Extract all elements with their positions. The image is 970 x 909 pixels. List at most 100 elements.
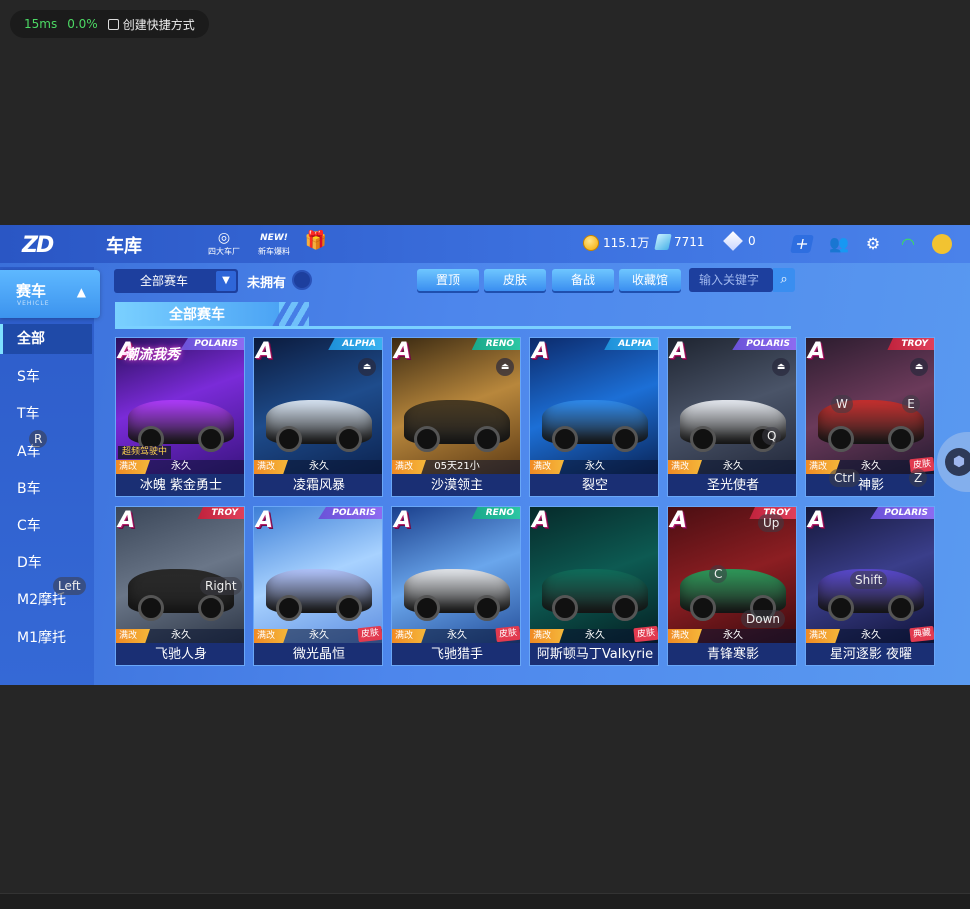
ownership-status: 永久 bbox=[861, 630, 881, 641]
top-bar: ZD 车库 ◎ 四大车厂 NEW! 新车爆料 🎁 115.1万 7711 0 +… bbox=[0, 225, 970, 263]
mod-badge: 满改 bbox=[530, 629, 564, 643]
car-image bbox=[404, 569, 510, 621]
search-icon[interactable]: ⌕ bbox=[773, 268, 795, 292]
pin-top-button[interactable]: 置顶 bbox=[417, 269, 479, 291]
car-image bbox=[266, 400, 372, 452]
new-badge-icon: NEW! bbox=[260, 233, 288, 243]
add-currency-icon[interactable]: + bbox=[790, 234, 814, 253]
brand-tag: POLARIS bbox=[318, 507, 382, 519]
car-card[interactable]: A ALPHA 满改 永久 裂空 bbox=[529, 337, 659, 497]
key-hint-ctrl: Ctrl bbox=[829, 469, 861, 487]
settings-gear-icon[interactable]: ⚙ bbox=[862, 233, 884, 255]
mod-badge: 满改 bbox=[668, 629, 702, 643]
gear-icon: ⬢ bbox=[945, 448, 970, 476]
bottom-bar bbox=[0, 893, 970, 909]
side-drawer-handle[interactable]: ⬢ bbox=[937, 432, 970, 492]
crystal-balance: 7711 bbox=[654, 234, 705, 250]
grade-badge: A bbox=[808, 508, 826, 533]
car-name: 青锋寒影 bbox=[668, 643, 796, 665]
section-title: 全部赛车 bbox=[115, 302, 285, 328]
ownership-status: 永久 bbox=[585, 630, 605, 641]
skin-badge: 皮肤 bbox=[495, 625, 520, 643]
section-stripes bbox=[279, 302, 309, 328]
car-card[interactable]: A 满改 永久 皮肤 阿斯顿马丁Valkyrie bbox=[529, 506, 659, 666]
car-card[interactable]: A RENO ⏏ 满改05天21小时沙漠领主 bbox=[391, 337, 521, 497]
mod-badge: 满改 bbox=[392, 460, 426, 474]
poster-text: 潮流我秀 bbox=[124, 347, 180, 363]
collection-button[interactable]: 收藏馆 bbox=[619, 269, 681, 291]
avatar[interactable] bbox=[932, 234, 952, 254]
mod-badge: 满改 bbox=[254, 460, 288, 474]
brand-tag: ALPHA bbox=[328, 338, 382, 350]
crystal-icon bbox=[654, 234, 672, 250]
coin-balance: 115.1万 bbox=[583, 234, 649, 251]
car-card[interactable]: A POLARIS 满改 永久 皮肤 微光晶恒 bbox=[253, 506, 383, 666]
create-shortcut-label: 创建快捷方式 bbox=[122, 17, 195, 32]
sidebar-item-d[interactable]: D车 bbox=[0, 548, 92, 578]
unowned-toggle[interactable] bbox=[292, 270, 312, 290]
key-hint-w: W bbox=[831, 395, 853, 413]
four-factories-label: 四大车厂 bbox=[208, 247, 240, 256]
car-name: 飞驰人身 bbox=[116, 643, 244, 665]
friends-icon[interactable]: 👥 bbox=[828, 233, 850, 255]
search-input[interactable]: 输入关键字 bbox=[689, 268, 773, 292]
sidebar-item-b[interactable]: B车 bbox=[0, 474, 92, 504]
key-hint-shift: Shift bbox=[850, 571, 888, 589]
create-shortcut-button[interactable]: 创建快捷方式 bbox=[107, 16, 195, 33]
car-artwork bbox=[254, 507, 382, 643]
car-name: 裂空 bbox=[530, 474, 658, 496]
four-factories-button[interactable]: ◎ 四大车厂 bbox=[204, 229, 244, 259]
sidebar-item-s[interactable]: S车 bbox=[0, 362, 92, 392]
car-filter-value: 全部赛车 bbox=[140, 274, 189, 288]
sidebar-item-m1[interactable]: M1摩托 bbox=[0, 623, 92, 653]
car-card[interactable]: A POLARIS 潮流我秀 超频驾驶中 满改 永久 冰魄 紫金勇士 bbox=[115, 337, 245, 497]
brand-tag: POLARIS bbox=[732, 338, 796, 350]
car-artwork bbox=[530, 338, 658, 474]
new-car-news-button[interactable]: NEW! 新车爆料 bbox=[254, 229, 294, 259]
diamond-amount: 0 bbox=[748, 234, 756, 248]
car-card[interactable]: A ALPHA ⏏ 满改 永久 凌霜风暴 bbox=[253, 337, 383, 497]
mod-badge: 满改 bbox=[254, 629, 288, 643]
car-name: 凌霜风暴 bbox=[254, 474, 382, 496]
grade-badge: A bbox=[256, 508, 274, 533]
diamond-icon bbox=[723, 231, 743, 251]
sidebar-item-c[interactable]: C车 bbox=[0, 511, 92, 541]
chevron-up-icon: ▲ bbox=[76, 285, 86, 299]
category-sidebar: 赛车 VEHICLE ▲ 全部 S车 T车 A车 B车 C车 D车 M2摩托 M… bbox=[0, 267, 100, 685]
section-divider bbox=[115, 326, 791, 329]
sidebar-item-t[interactable]: T车 bbox=[0, 399, 92, 429]
ownership-status: 永久 bbox=[585, 461, 605, 472]
mod-badge: 满改 bbox=[116, 629, 150, 643]
vehicle-category-label: 赛车 bbox=[16, 282, 47, 300]
card-meta: 满改 永久 皮肤 bbox=[254, 625, 382, 643]
sidebar-item-all[interactable]: 全部 bbox=[0, 324, 92, 354]
grade-badge: A bbox=[394, 339, 412, 364]
car-name: 星河逐影 夜曜 bbox=[806, 643, 934, 665]
grade-badge: A bbox=[808, 339, 826, 364]
card-meta: 满改 永久 bbox=[254, 460, 382, 474]
skin-button[interactable]: 皮肤 bbox=[484, 269, 546, 291]
grade-badge: A bbox=[256, 339, 274, 364]
eject-icon[interactable]: ⏏ bbox=[358, 358, 376, 376]
brand-tag: RENO bbox=[471, 507, 520, 519]
car-card[interactable]: A POLARIS ⏏ 满改 永久 圣光使者 bbox=[667, 337, 797, 497]
car-artwork bbox=[392, 507, 520, 643]
eject-icon[interactable]: ⏏ bbox=[910, 358, 928, 376]
car-filter-dropdown[interactable]: 全部赛车 ▼ bbox=[114, 269, 238, 293]
ping-readout: 15ms bbox=[24, 17, 58, 31]
eject-icon[interactable]: ⏏ bbox=[496, 358, 514, 376]
car-image bbox=[404, 400, 510, 452]
vehicle-category-header[interactable]: 赛车 VEHICLE ▲ bbox=[0, 270, 100, 318]
mod-badge: 满改 bbox=[530, 460, 564, 474]
prepare-button[interactable]: 备战 bbox=[552, 269, 614, 291]
card-meta: 满改 永久 典藏 bbox=[806, 625, 934, 643]
ownership-status: 永久 bbox=[171, 630, 191, 641]
car-image bbox=[680, 569, 786, 621]
eject-icon[interactable]: ⏏ bbox=[772, 358, 790, 376]
driving-flag: 超频驾驶中 bbox=[118, 446, 172, 459]
car-card[interactable]: A RENO 满改 永久 皮肤 飞驰猎手 bbox=[391, 506, 521, 666]
ownership-status: 永久 bbox=[171, 461, 191, 472]
gift-button[interactable]: 🎁 bbox=[298, 229, 334, 259]
car-name: 圣光使者 bbox=[668, 474, 796, 496]
crystal-amount: 7711 bbox=[674, 235, 705, 249]
